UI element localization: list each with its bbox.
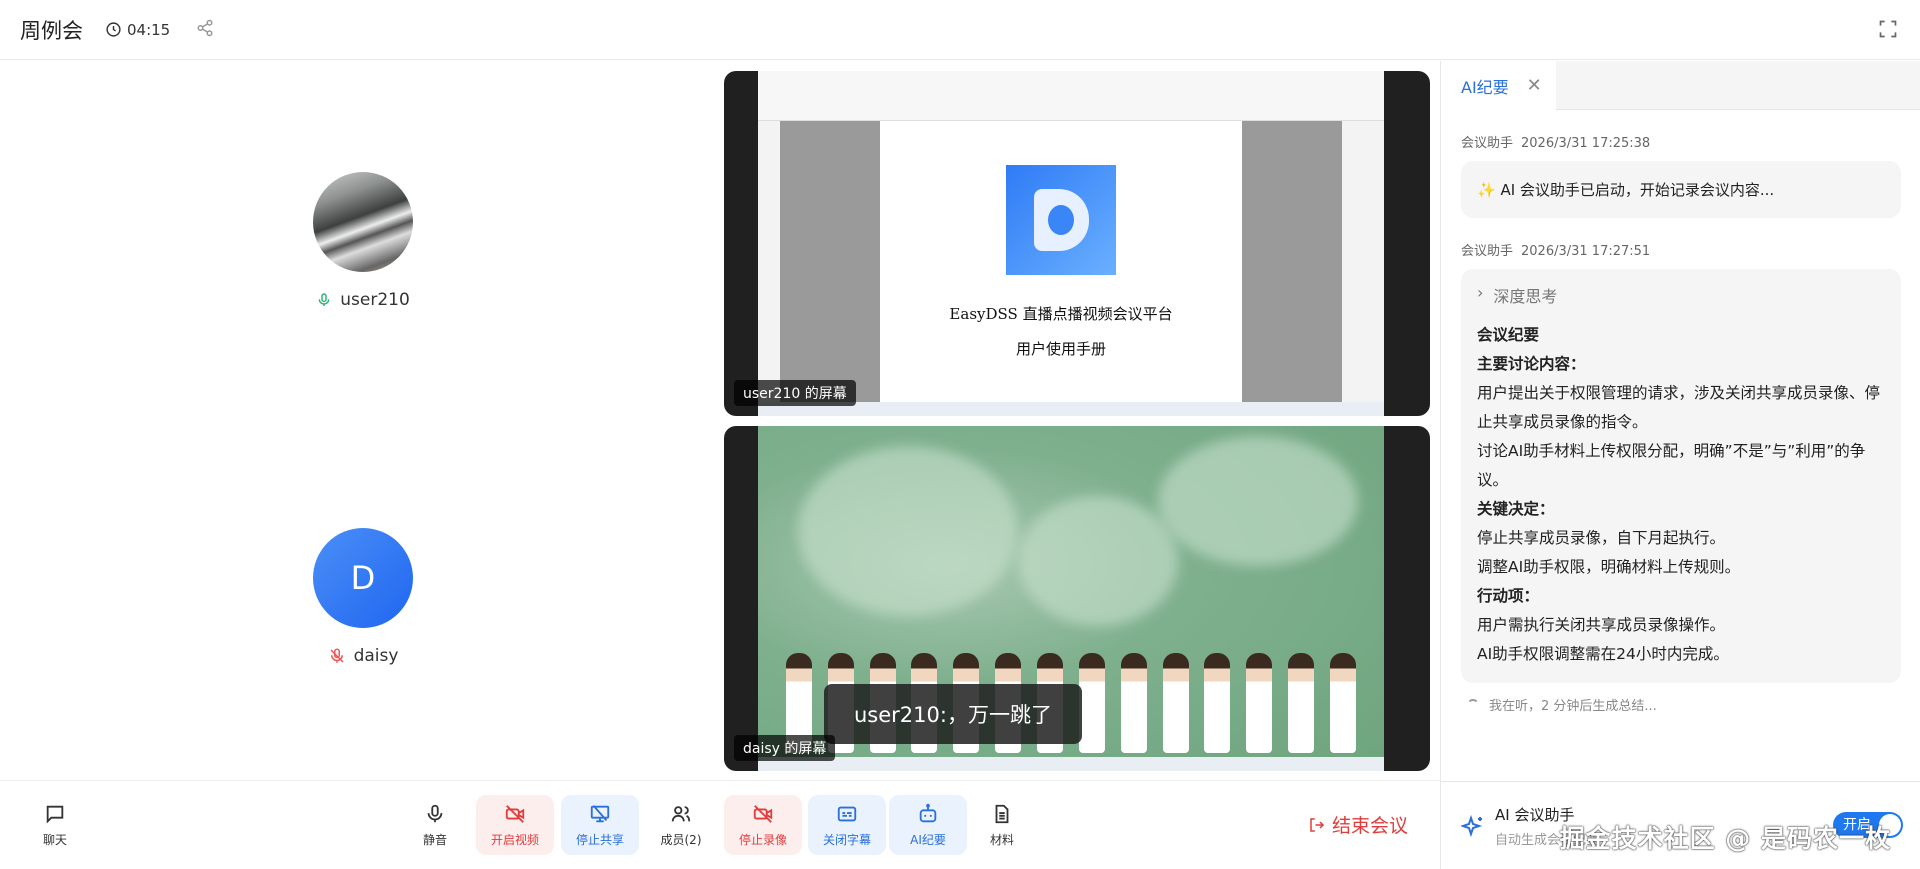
avatar: D [313, 528, 413, 628]
stop-share-button[interactable]: 停止共享 [561, 795, 639, 855]
doc-subtitle: 用户使用手册 [1015, 340, 1106, 358]
logout-icon [1310, 817, 1325, 832]
start-video-button[interactable]: 开启视频 [476, 795, 554, 855]
avatar [313, 172, 413, 272]
summary-line: 用户需执行关闭共享成员录像操作。 [1477, 616, 1726, 634]
end-meeting-button[interactable]: 结束会议 [1308, 811, 1408, 838]
deep-thinking-toggle[interactable]: › 深度思考 [1477, 283, 1885, 307]
sparkle-icon [1461, 814, 1483, 837]
message-sender: 会议助手 [1461, 136, 1514, 151]
meeting-summary: 会议纪要主要讨论内容： 用户提出关于权限管理的请求，涉及关闭共享成员录像、停止共享… [1477, 321, 1885, 669]
mic-on-icon [318, 293, 330, 306]
meeting-toolbar: 聊天 静音 开启视频 停止共享 成员(2) 停止录像 关闭字幕 AI纪要 材料 … [0, 780, 1440, 869]
summary-line: 停止共享成员录像，自下月起执行。 [1477, 529, 1726, 547]
stop-record-label: 停止录像 [738, 832, 787, 847]
summary-line: 主要讨论内容： [1477, 355, 1586, 373]
listening-status: 我在听，2 分钟后生成总结... [1461, 695, 1900, 714]
screen-share-video[interactable]: user210:，万一跳了 daisy 的屏幕 [724, 426, 1430, 771]
tab-label: AI纪要 [1461, 77, 1509, 97]
caption-icon [837, 806, 857, 821]
ai-summary-panel: AI纪要 ✕ 会议助手 2026/3/31 17:25:38 ✨ AI 会议助手已启… [1440, 61, 1920, 869]
materials-label: 材料 [989, 832, 1014, 847]
participant-name: user210 [340, 290, 410, 310]
video-label: daisy 的屏幕 [734, 735, 836, 761]
summary-line: 行动项： [1477, 587, 1540, 605]
video-label: user210 的屏幕 [734, 380, 856, 406]
message-bubble: ✨ AI 会议助手已启动，开始记录会议内容... [1461, 161, 1901, 218]
ai-summary-button[interactable]: AI纪要 [889, 795, 967, 855]
watermark: 掘金技术社区 @ 是码农一枚 [1559, 824, 1891, 853]
summary-line: 关键决定： [1477, 500, 1555, 518]
mic-muted-icon [330, 648, 344, 663]
video-off-icon [505, 804, 525, 823]
members-label: 成员(2) [660, 832, 702, 847]
meeting-timer: 04:15 [105, 21, 170, 39]
summary-line: 用户提出关于权限管理的请求，涉及关闭共享成员录像、停止共享成员录像的指令。 [1477, 384, 1881, 431]
summary-line: 会议纪要 [1477, 326, 1540, 344]
record-off-icon [753, 804, 773, 823]
shared-pdf-screen: EasyDSS 直播点播视频会议平台 用户使用手册 [758, 71, 1384, 416]
tab-ai-summary[interactable]: AI纪要 ✕ [1441, 61, 1556, 110]
meeting-title: 周例会 [20, 18, 83, 43]
mute-label: 静音 [422, 832, 447, 847]
screen-share-video[interactable]: EasyDSS 直播点播视频会议平台 用户使用手册 user210 的屏幕 [724, 71, 1430, 416]
mute-button[interactable]: 静音 [396, 795, 474, 855]
participant-name: daisy [353, 646, 399, 666]
listening-text: 我在听，2 分钟后生成总结... [1489, 699, 1657, 714]
summary-line: AI助手权限调整需在24小时内完成。 [1477, 645, 1729, 663]
fullscreen-icon[interactable] [1878, 19, 1898, 43]
timer-value: 04:15 [127, 20, 171, 39]
stop-record-button[interactable]: 停止录像 [724, 795, 802, 855]
screen-share-off-icon [590, 804, 610, 822]
start-video-label: 开启视频 [490, 832, 539, 847]
summary-line: 讨论AI助手材料上传权限分配，明确”不是”与”利用”的争议。 [1477, 442, 1866, 489]
chat-button[interactable]: 聊天 [16, 795, 94, 855]
participant-tile[interactable]: user210 [313, 172, 413, 310]
clock-icon [106, 22, 121, 37]
chat-label: 聊天 [42, 832, 67, 847]
deep-thinking-label: 深度思考 [1493, 287, 1558, 306]
message-list: 会议助手 2026/3/31 17:25:38 ✨ AI 会议助手已启动，开始记录… [1441, 110, 1920, 714]
stop-share-label: 停止共享 [575, 832, 624, 847]
close-icon[interactable]: ✕ [1527, 75, 1542, 96]
chat-icon [46, 805, 64, 824]
members-button[interactable]: 成员(2) [642, 795, 720, 855]
message-time: 2026/3/31 17:25:38 [1521, 136, 1651, 151]
chevron-right-icon: › [1477, 283, 1484, 302]
robot-icon [919, 803, 937, 822]
doc-title: EasyDSS 直播点播视频会议平台 [949, 305, 1173, 323]
live-caption: user210:，万一跳了 [824, 684, 1082, 744]
message-sender: 会议助手 [1461, 244, 1514, 259]
summary-line: 调整AI助手权限，明确材料上传规则。 [1477, 558, 1741, 576]
document-icon [995, 804, 1009, 823]
share-icon[interactable] [196, 19, 214, 41]
participant-tile[interactable]: D daisy [313, 528, 413, 666]
materials-button[interactable]: 材料 [963, 795, 1041, 855]
spinner-icon [1467, 698, 1479, 711]
users-icon [671, 805, 691, 821]
ai-assistant-footer: AI 会议助手 自动生成会议纪要 开启 掘金技术社区 @ 是码农一枚 [1441, 781, 1920, 869]
message-bubble: › 深度思考 会议纪要主要讨论内容： 用户提出关于权限管理的请求，涉及关闭共享成员录… [1461, 269, 1901, 683]
close-caption-label: 关闭字幕 [822, 832, 871, 847]
header: 周例会 04:15 [0, 0, 1920, 60]
close-caption-button[interactable]: 关闭字幕 [808, 795, 886, 855]
meeting-stage: user210 D daisy EasyDSS 直播点播视频会议平台 用户使用手… [0, 61, 1440, 780]
message-time: 2026/3/31 17:27:51 [1521, 244, 1651, 259]
ai-summary-label: AI纪要 [910, 832, 946, 847]
easydss-logo-icon [1006, 165, 1116, 275]
mic-icon [427, 804, 443, 822]
end-meeting-label: 结束会议 [1331, 815, 1408, 837]
